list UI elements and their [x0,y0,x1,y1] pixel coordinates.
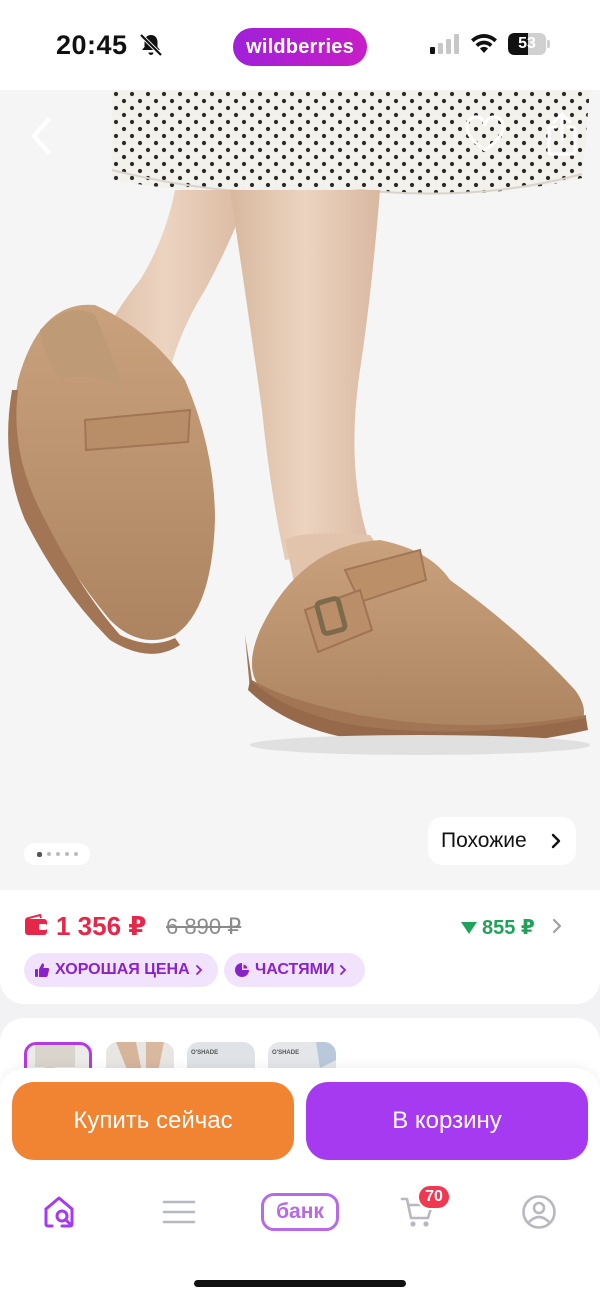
good-price-label: ХОРОШАЯ ЦЕНА [55,961,190,978]
menu-icon [162,1200,196,1224]
old-price: 6 890 ₽ [166,914,242,939]
signal-icon [430,34,459,54]
heart-icon[interactable] [464,114,506,156]
cart-count-badge: 70 [417,1184,451,1210]
similar-label: Похожие [441,829,527,852]
profile-icon [522,1195,556,1229]
back-icon[interactable] [22,112,62,160]
home-indicator[interactable] [194,1280,406,1287]
chevron-right-icon [551,833,561,849]
add-to-cart-button[interactable]: В корзину [306,1082,588,1160]
pagination-dot [64,852,69,856]
good-price-chip[interactable]: ХОРОШАЯ ЦЕНА [24,953,218,987]
gallery-pagination [24,843,90,865]
similar-button[interactable]: Похожие [428,817,576,865]
installments-chip[interactable]: ЧАСТЯМИ [224,953,365,987]
status-time: 20:45 [56,30,128,60]
installments-label: ЧАСТЯМИ [255,961,335,978]
thumbs-up-icon [35,963,50,977]
discount-value: 855 ₽ [482,917,535,939]
current-price: 1 356 ₽ [56,911,147,941]
pagination-dot [73,852,78,856]
tab-home[interactable] [30,1190,90,1234]
share-icon[interactable] [542,110,582,158]
chevron-right-icon[interactable] [552,917,563,935]
pagination-dot [36,851,42,857]
app-brand-pill[interactable]: wildberries [233,28,367,66]
tab-catalog[interactable] [149,1190,209,1234]
battery-level: 53 [518,35,536,52]
home-search-icon [44,1196,74,1228]
product-photo [0,90,600,890]
chevron-right-icon [340,965,347,975]
thumbnail-brand: O'SHADE [191,1050,219,1056]
thumbnail-brand: O'SHADE [272,1050,300,1056]
pagination-dot [55,852,60,856]
product-gallery[interactable]: Похожие [0,90,600,890]
tab-profile[interactable] [509,1190,569,1234]
price-card: 1 356 ₽ 6 890 ₽ 855 ₽ ХОРОШАЯ ЦЕНА ЧАСТЯ… [0,890,600,1004]
down-triangle-icon [461,921,477,934]
pagination-dot [46,852,51,856]
bell-off-icon [139,33,163,57]
bottom-panel: Купить сейчас В корзину банк 70 [0,1068,600,1300]
bank-label: банк [261,1193,339,1231]
buy-now-button[interactable]: Купить сейчас [12,1082,294,1160]
pie-icon [235,963,249,977]
battery-icon: 53 [508,33,550,55]
tab-bank[interactable]: банк [255,1190,345,1234]
status-bar: 20:45 wildberries 53 [0,0,600,90]
wifi-icon [471,34,497,53]
chevron-right-icon [195,965,202,975]
wallet-icon [25,914,47,935]
discount-amount[interactable]: 855 ₽ [460,915,535,940]
